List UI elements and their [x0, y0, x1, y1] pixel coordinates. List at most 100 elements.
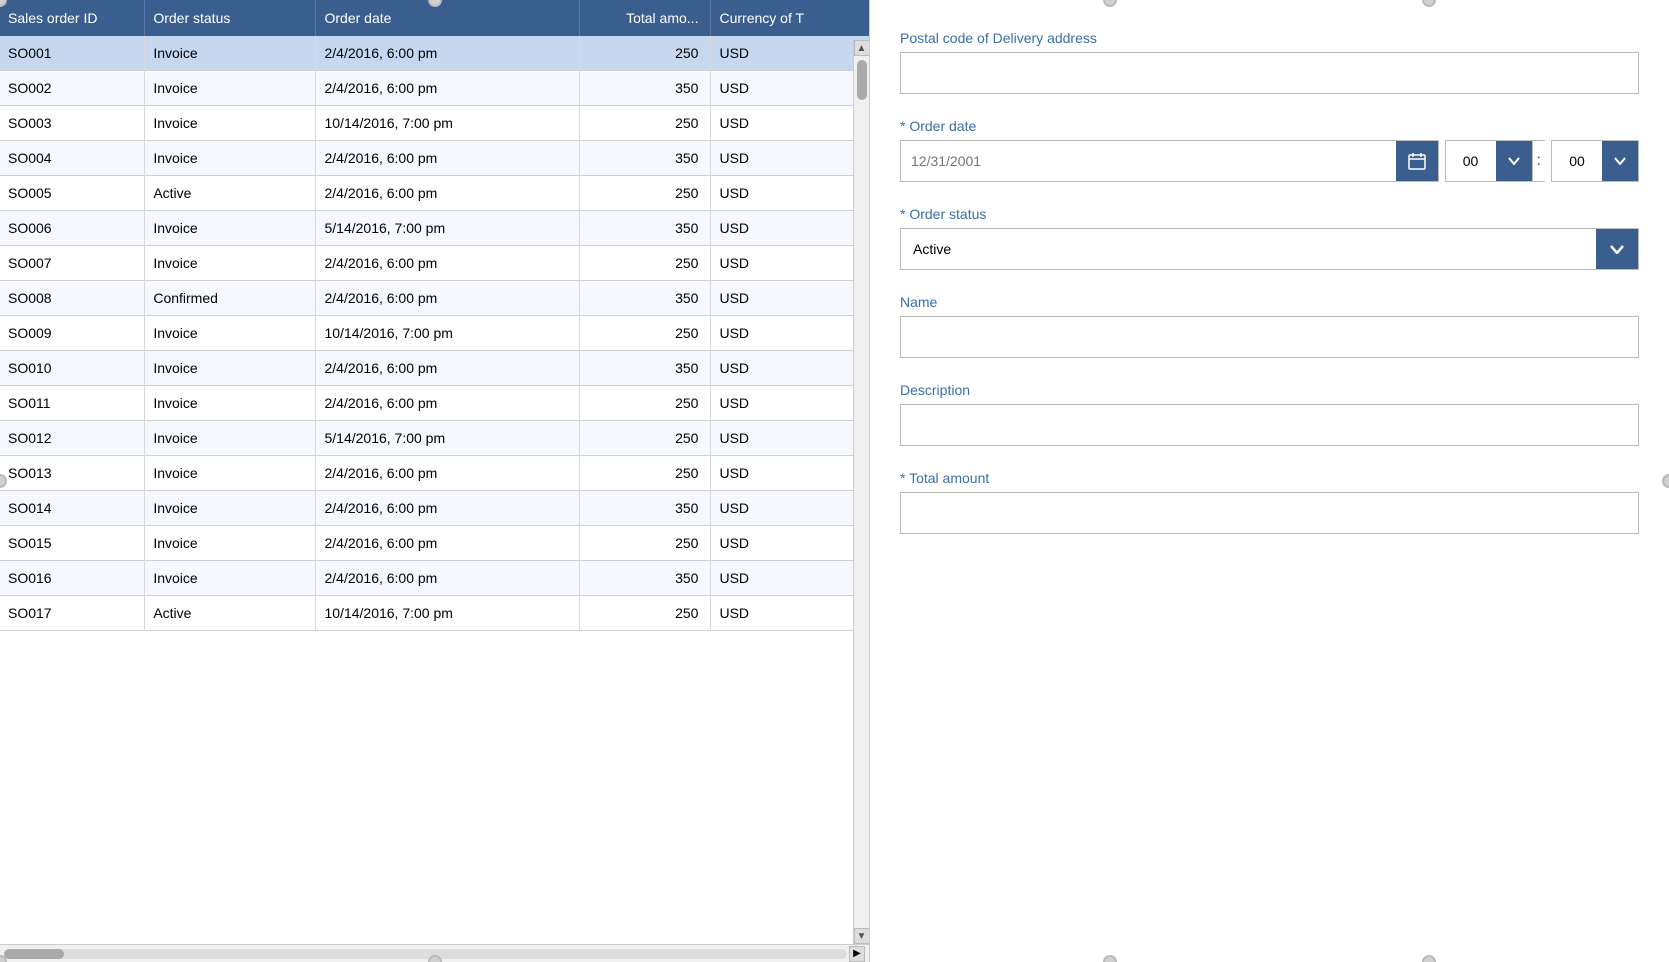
description-field: Description: [900, 382, 1639, 446]
cell-date: 2/4/2016, 6:00 pm: [316, 281, 579, 316]
col-header-amount[interactable]: Total amo...: [579, 0, 711, 36]
chevron-down-icon: [1508, 157, 1520, 165]
vertical-scrollbar[interactable]: ▲ ▼: [853, 40, 869, 944]
cell-status: Invoice: [145, 246, 316, 281]
scroll-up-btn[interactable]: ▲: [854, 40, 870, 56]
postal-code-label: Postal code of Delivery address: [900, 30, 1639, 46]
postal-code-input[interactable]: [900, 52, 1639, 94]
cell-status: Invoice: [145, 386, 316, 421]
resize-handle-form-bot-2[interactable]: [1422, 955, 1436, 962]
cell-date: 2/4/2016, 6:00 pm: [316, 36, 579, 71]
cell-date: 2/4/2016, 6:00 pm: [316, 71, 579, 106]
cell-currency: USD: [711, 386, 869, 421]
cell-currency: USD: [711, 316, 869, 351]
cell-date: 2/4/2016, 6:00 pm: [316, 246, 579, 281]
table-row[interactable]: SO004Invoice2/4/2016, 6:00 pm350USD: [0, 141, 869, 176]
name-input[interactable]: [900, 316, 1639, 358]
sales-order-table: Sales order ID Order status Order date T…: [0, 0, 869, 631]
cell-status: Invoice: [145, 456, 316, 491]
table-row[interactable]: SO008Confirmed2/4/2016, 6:00 pm350USD: [0, 281, 869, 316]
table-row[interactable]: SO016Invoice2/4/2016, 6:00 pm350USD: [0, 561, 869, 596]
cell-currency: USD: [711, 106, 869, 141]
name-label: Name: [900, 294, 1639, 310]
table-panel: Sales order ID Order status Order date T…: [0, 0, 870, 962]
resize-handle-bot-mid[interactable]: [428, 955, 442, 962]
time-hour-dropdown-btn[interactable]: [1496, 141, 1532, 181]
cell-amount: 250: [579, 421, 711, 456]
cell-id: SO003: [0, 106, 145, 141]
table-row[interactable]: SO001Invoice2/4/2016, 6:00 pm250USD: [0, 36, 869, 71]
cell-currency: USD: [711, 141, 869, 176]
cell-status: Invoice: [145, 421, 316, 456]
table-row[interactable]: SO017Active10/14/2016, 7:00 pm250USD: [0, 596, 869, 631]
cell-id: SO016: [0, 561, 145, 596]
resize-handle-form-mid-right[interactable]: [1662, 474, 1669, 488]
cell-amount: 350: [579, 211, 711, 246]
status-dropdown-button[interactable]: [1596, 229, 1638, 269]
scroll-down-btn[interactable]: ▼: [854, 928, 870, 944]
date-text-input[interactable]: [901, 141, 1396, 181]
h-scroll-right-btn[interactable]: ▶: [849, 946, 865, 962]
cell-currency: USD: [711, 281, 869, 316]
table-row[interactable]: SO011Invoice2/4/2016, 6:00 pm250USD: [0, 386, 869, 421]
cell-currency: USD: [711, 421, 869, 456]
calendar-button[interactable]: [1396, 141, 1438, 181]
chevron-down-icon-2: [1614, 157, 1626, 165]
table-row[interactable]: SO012Invoice5/14/2016, 7:00 pm250USD: [0, 421, 869, 456]
description-input[interactable]: [900, 404, 1639, 446]
cell-date: 2/4/2016, 6:00 pm: [316, 176, 579, 211]
col-header-date[interactable]: Order date: [316, 0, 579, 36]
chevron-down-icon-3: [1610, 245, 1624, 254]
col-header-id[interactable]: Sales order ID: [0, 0, 145, 36]
calendar-icon: [1408, 152, 1426, 170]
cell-currency: USD: [711, 176, 869, 211]
table-row[interactable]: SO006Invoice5/14/2016, 7:00 pm350USD: [0, 211, 869, 246]
cell-id: SO002: [0, 71, 145, 106]
cell-amount: 350: [579, 351, 711, 386]
time-minute-dropdown-btn[interactable]: [1602, 141, 1638, 181]
cell-amount: 350: [579, 281, 711, 316]
time-colon: :: [1533, 140, 1545, 182]
cell-date: 10/14/2016, 7:00 pm: [316, 596, 579, 631]
total-amount-field: Total amount: [900, 470, 1639, 534]
name-field: Name: [900, 294, 1639, 358]
h-scrollbar-thumb[interactable]: [4, 949, 64, 959]
table-row[interactable]: SO014Invoice2/4/2016, 6:00 pm350USD: [0, 491, 869, 526]
cell-status: Invoice: [145, 141, 316, 176]
h-scrollbar-track: [4, 949, 847, 959]
cell-amount: 250: [579, 246, 711, 281]
order-date-field: Order date: [900, 118, 1639, 182]
table-row[interactable]: SO007Invoice2/4/2016, 6:00 pm250USD: [0, 246, 869, 281]
time-hour-input[interactable]: [1446, 141, 1496, 181]
table-row[interactable]: SO003Invoice10/14/2016, 7:00 pm250USD: [0, 106, 869, 141]
table-row[interactable]: SO015Invoice2/4/2016, 6:00 pm250USD: [0, 526, 869, 561]
table-wrapper[interactable]: Sales order ID Order status Order date T…: [0, 0, 869, 944]
cell-amount: 350: [579, 491, 711, 526]
cell-currency: USD: [711, 561, 869, 596]
order-date-label: Order date: [900, 118, 1639, 134]
order-status-label: Order status: [900, 206, 1639, 222]
resize-handle-form-bot-1[interactable]: [1103, 955, 1117, 962]
cell-currency: USD: [711, 491, 869, 526]
cell-amount: 250: [579, 176, 711, 211]
total-amount-input[interactable]: [900, 492, 1639, 534]
table-row[interactable]: SO002Invoice2/4/2016, 6:00 pm350USD: [0, 71, 869, 106]
col-header-status[interactable]: Order status: [145, 0, 316, 36]
resize-handle-form-top-2[interactable]: [1422, 0, 1436, 7]
table-row[interactable]: SO005Active2/4/2016, 6:00 pm250USD: [0, 176, 869, 211]
col-header-currency[interactable]: Currency of T: [711, 0, 869, 36]
table-row[interactable]: SO009Invoice10/14/2016, 7:00 pm250USD: [0, 316, 869, 351]
cell-status: Invoice: [145, 491, 316, 526]
cell-amount: 250: [579, 106, 711, 141]
table-row[interactable]: SO013Invoice2/4/2016, 6:00 pm250USD: [0, 456, 869, 491]
status-text-value: Active: [901, 229, 1596, 269]
scroll-thumb[interactable]: [857, 60, 867, 100]
cell-id: SO004: [0, 141, 145, 176]
date-input-wrapper: [900, 140, 1439, 182]
table-row[interactable]: SO010Invoice2/4/2016, 6:00 pm350USD: [0, 351, 869, 386]
time-minute-input[interactable]: [1552, 141, 1602, 181]
resize-handle-form-top-1[interactable]: [1103, 0, 1117, 7]
cell-id: SO007: [0, 246, 145, 281]
cell-date: 2/4/2016, 6:00 pm: [316, 456, 579, 491]
cell-date: 2/4/2016, 6:00 pm: [316, 491, 579, 526]
